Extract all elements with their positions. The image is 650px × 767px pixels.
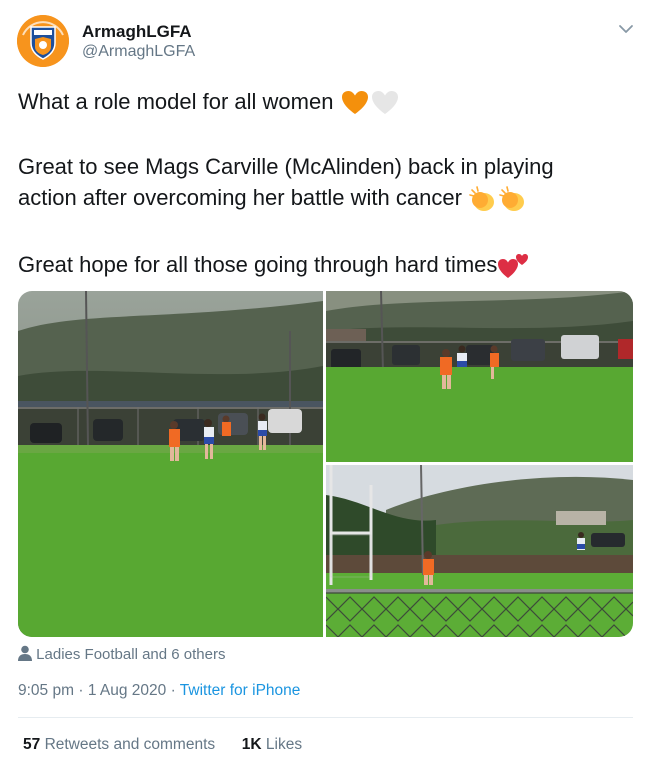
tweet-time[interactable]: 9:05 pm xyxy=(18,682,74,699)
grid-gutter xyxy=(323,462,633,465)
retweets-label: Retweets and comments xyxy=(44,736,216,753)
two-hearts-icon xyxy=(498,254,529,279)
tweet-text: action after overcoming her battle with … xyxy=(18,185,462,210)
tweet-card: ArmaghLGFA @ArmaghLGFA What a role model… xyxy=(0,0,650,767)
tagged-users[interactable]: Ladies Football and 6 others xyxy=(18,645,225,663)
meta-separator: · xyxy=(170,682,176,699)
crest-icon xyxy=(17,15,69,67)
photo-match-wide[interactable] xyxy=(18,291,323,637)
tweet-text-line-3: action after overcoming her battle with … xyxy=(18,182,528,214)
user-handle[interactable]: @ArmaghLGFA xyxy=(82,43,195,61)
divider xyxy=(18,717,633,718)
orange-heart-icon xyxy=(341,91,368,115)
tweet-source-link[interactable]: Twitter for iPhone xyxy=(180,682,301,699)
display-name[interactable]: ArmaghLGFA xyxy=(82,22,192,42)
likes-stat[interactable]: 1K Likes xyxy=(242,736,302,753)
white-heart-icon xyxy=(371,91,398,115)
photo-match-attack[interactable] xyxy=(326,291,633,462)
tweet-text-line-1: What a role model for all women xyxy=(18,86,400,118)
photo-grid xyxy=(18,291,633,637)
person-icon xyxy=(18,645,32,661)
clapping-hands-icon xyxy=(499,186,525,212)
tweet-date[interactable]: 1 Aug 2020 xyxy=(88,682,166,699)
tweet-text-line-4: Great hope for all those going through h… xyxy=(18,249,529,281)
tweet-meta: 9:05 pm · 1 Aug 2020 · Twitter for iPhon… xyxy=(18,682,300,700)
meta-separator: · xyxy=(78,682,84,699)
clapping-hands-icon xyxy=(469,186,495,212)
likes-label: Likes xyxy=(265,736,303,753)
retweets-stat[interactable]: 57 Retweets and comments xyxy=(23,736,215,753)
tweet-text: Great hope for all those going through h… xyxy=(18,252,498,277)
tagged-text: Ladies Football and 6 others xyxy=(36,646,226,663)
photo-match-goal[interactable] xyxy=(326,465,633,637)
likes-count: 1K xyxy=(241,736,262,753)
tweet-text-line-2: Great to see Mags Carville (McAlinden) b… xyxy=(18,154,554,179)
chevron-down-icon[interactable] xyxy=(615,18,637,40)
tweet-stats: 57 Retweets and comments 1K Likes xyxy=(23,736,302,754)
tweet-text: What a role model for all women xyxy=(18,89,334,114)
avatar[interactable] xyxy=(17,15,69,67)
retweets-count: 57 xyxy=(23,736,41,753)
